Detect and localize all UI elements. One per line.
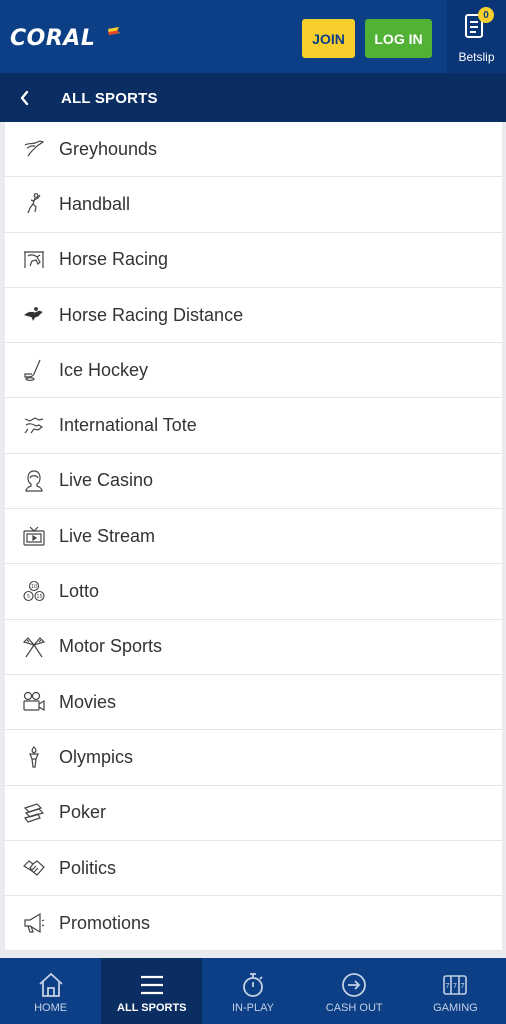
- back-button[interactable]: [0, 73, 47, 122]
- movie-camera-icon: [23, 692, 45, 712]
- svg-text:15: 15: [36, 594, 42, 600]
- svg-text:7: 7: [453, 982, 457, 990]
- svg-text:7: 7: [461, 982, 465, 990]
- sport-item-horse-racing[interactable]: Horse Racing: [5, 232, 502, 288]
- cash-out-icon: [342, 973, 367, 997]
- sport-item-label: Movies: [59, 691, 117, 712]
- stopwatch-icon: [243, 973, 263, 997]
- tv-icon: [23, 526, 45, 546]
- torch-icon: [29, 746, 39, 769]
- sport-item-ice-hockey[interactable]: Ice Hockey: [5, 343, 502, 399]
- betslip-button[interactable]: 0 Betslip: [447, 0, 506, 73]
- nav-label: CASH OUT: [325, 1002, 383, 1014]
- sport-item-greyhounds[interactable]: Greyhounds: [5, 122, 502, 178]
- logo-flag-icon: [108, 27, 120, 35]
- sport-item-label: Horse Racing: [59, 249, 169, 270]
- nav-all-sports[interactable]: ALL SPORTS: [101, 958, 203, 1024]
- top-header: CORAL JOIN LOG IN 0 Betslip: [0, 0, 506, 73]
- sport-item-label: Promotions: [59, 912, 151, 933]
- nav-label: GAMING: [433, 1002, 478, 1014]
- nav-gaming[interactable]: 7 7 7 GAMING: [405, 958, 506, 1024]
- sport-item-label: Horse Racing Distance: [59, 304, 244, 325]
- nav-label: IN-PLAY: [232, 1002, 274, 1014]
- sport-item-label: Handball: [59, 193, 131, 214]
- nav-home[interactable]: HOME: [0, 958, 101, 1024]
- menu-icon: [140, 975, 163, 995]
- sport-item-label: International Tote: [59, 415, 197, 436]
- ice-hockey-icon: [24, 360, 41, 382]
- home-icon: [38, 972, 63, 997]
- sport-item-label: Ice Hockey: [59, 359, 149, 380]
- nav-cash-out[interactable]: CASH OUT: [304, 958, 405, 1024]
- checkered-flags-icon: [22, 636, 46, 658]
- nav-label: ALL SPORTS: [117, 1002, 187, 1014]
- sport-item-label: Live Stream: [59, 525, 156, 546]
- page-title: ALL SPORTS: [61, 90, 158, 107]
- bottom-nav: HOME ALL SPORTS IN-PLAY CASH OUT 7 7 7 G…: [0, 958, 506, 1024]
- sport-item-handball[interactable]: Handball: [5, 177, 502, 233]
- sport-item-label: Motor Sports: [59, 636, 163, 657]
- svg-text:7: 7: [446, 982, 450, 990]
- sport-item-movies[interactable]: Movies: [5, 674, 502, 731]
- svg-text:5: 5: [27, 594, 30, 600]
- sport-item-label: Greyhounds: [59, 138, 158, 159]
- svg-text:10: 10: [31, 584, 37, 590]
- nav-label: HOME: [34, 1002, 68, 1014]
- sport-item-label: Live Casino: [59, 470, 154, 491]
- sport-item-label: Politics: [59, 857, 117, 878]
- sport-item-live-stream[interactable]: Live Stream: [5, 509, 502, 565]
- international-tote-icon: [24, 416, 44, 433]
- nav-in-play[interactable]: IN-PLAY: [202, 958, 303, 1024]
- sports-list: Greyhounds Handball Horse Racing Horse R…: [5, 122, 502, 952]
- sport-item-politics[interactable]: Politics: [5, 840, 502, 897]
- sport-item-promotions[interactable]: Promotions: [5, 896, 502, 952]
- sport-item-lotto[interactable]: 10 5 15 Lotto: [5, 564, 502, 620]
- handball-icon: [27, 193, 41, 214]
- megaphone-icon: [24, 913, 45, 934]
- handshake-icon: [23, 860, 45, 876]
- join-button[interactable]: JOIN: [302, 19, 355, 58]
- sport-item-horse-racing-distance[interactable]: Horse Racing Distance: [5, 287, 502, 344]
- live-casino-icon: [25, 470, 43, 492]
- betslip-count-badge: 0: [478, 7, 494, 23]
- slot-machine-icon: 7 7 7: [443, 975, 468, 995]
- sport-item-label: Olympics: [59, 746, 134, 767]
- sport-item-label: Poker: [59, 802, 107, 823]
- lotto-balls-icon: 10 5 15: [23, 580, 45, 601]
- chevron-left-icon: [20, 90, 28, 105]
- poker-cards-icon: [23, 803, 45, 823]
- login-button[interactable]: LOG IN: [365, 19, 432, 58]
- betslip-label: Betslip: [458, 50, 495, 64]
- sport-item-motor-sports[interactable]: Motor Sports: [5, 619, 502, 675]
- sport-item-live-casino[interactable]: Live Casino: [5, 453, 502, 510]
- greyhound-icon: [24, 140, 45, 157]
- coral-logo[interactable]: CORAL: [10, 26, 95, 51]
- horse-racing-icon: [24, 251, 44, 268]
- jockey-icon: [24, 307, 43, 321]
- sport-item-label: Lotto: [59, 581, 100, 602]
- sport-item-olympics[interactable]: Olympics: [5, 730, 502, 786]
- page-header: ALL SPORTS: [0, 73, 506, 122]
- sport-item-poker[interactable]: Poker: [5, 785, 502, 841]
- sport-item-international-tote[interactable]: International Tote: [5, 398, 502, 454]
